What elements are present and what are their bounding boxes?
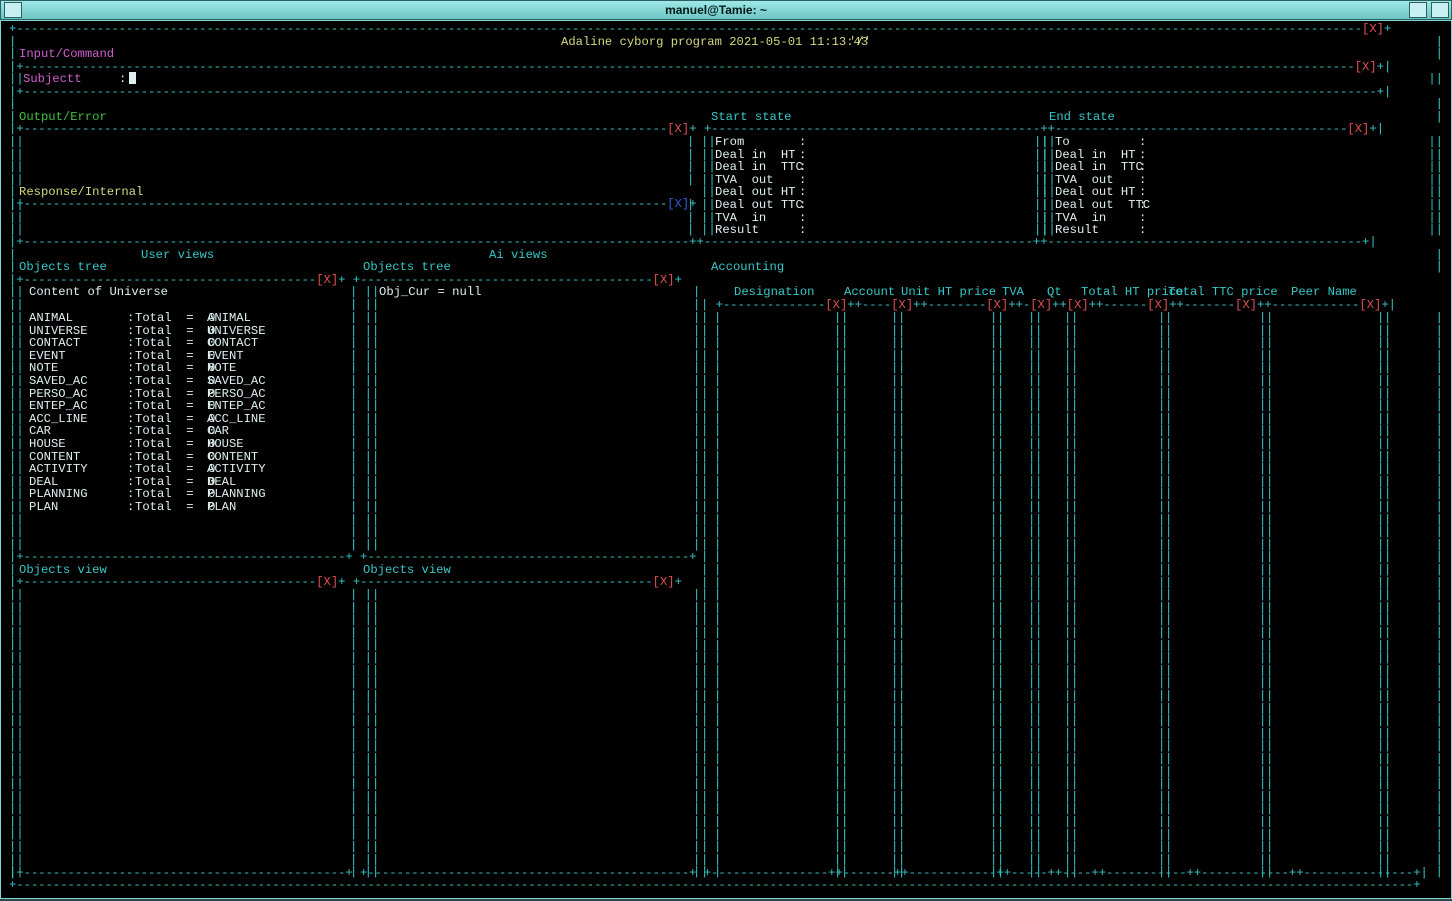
close-icon[interactable]: [X] (825, 298, 847, 312)
prompt-label: Subjectt (23, 73, 82, 86)
universe-row-type: PLAN (207, 501, 236, 514)
content-universe-title: Content of Universe (29, 286, 168, 299)
response-border: |+--------------------------------------… (9, 198, 697, 211)
universe-row-total: Total = 0 (135, 312, 215, 325)
close-icon[interactable]: [X] (667, 122, 689, 136)
universe-row-name[interactable]: ACTIVITY (29, 463, 88, 476)
text-cursor[interactable] (129, 72, 136, 84)
user-views-label: User views (141, 249, 214, 262)
universe-row-total: Total = 0 (135, 501, 215, 514)
universe-row-name[interactable]: ANIMAL (29, 312, 73, 325)
input-border: |+--------------------------------------… (9, 61, 1391, 74)
bottom-border: +---------------------------------------… (9, 879, 1443, 892)
terminal-area[interactable]: +---------------------------------------… (0, 20, 1452, 899)
system-menu-icon[interactable] (4, 2, 22, 18)
acct-col-account: Account (844, 286, 895, 299)
output-border: |+--------------------------------------… (9, 123, 1384, 136)
universe-row-name[interactable]: CONTACT (29, 337, 80, 350)
close-icon[interactable]: [X] (316, 575, 338, 589)
acct-col-unit-ht: Unit HT price (901, 286, 996, 299)
close-icon[interactable]: [X] (891, 298, 913, 312)
close-icon[interactable]: [X] (1067, 298, 1089, 312)
window-title: manuel@Tamie: ~ (25, 4, 1407, 17)
close-icon[interactable]: [X] (653, 273, 675, 287)
start-state-row: Deal out TTC (715, 199, 803, 212)
acct-col-designation: Designation (734, 286, 814, 299)
universe-row-total: Total = 0 (135, 337, 215, 350)
universe-row-type: CONTACT (207, 337, 258, 350)
prompt-separator: : (119, 73, 126, 86)
acct-col-peer: Peer Name (1291, 286, 1357, 299)
universe-row-type: ACTIVITY (207, 463, 266, 476)
close-icon[interactable]: [X] (1347, 122, 1369, 136)
tree-border-bottom: |+--------------------------------------… (9, 551, 697, 564)
universe-row-type: HOUSE (207, 438, 244, 451)
maximize-button[interactable] (1431, 2, 1449, 18)
close-icon[interactable]: [X] (1030, 298, 1052, 312)
cwd-path: '/' (849, 36, 871, 49)
universe-row-name[interactable]: ENTEP_AC (29, 400, 88, 413)
universe-row-total: Total = 0 (135, 438, 215, 451)
acct-col-border: | +--------------[X]++----[X]++--------[… (701, 299, 1396, 312)
obj-cur-value: Obj_Cur = null (379, 286, 481, 299)
close-icon[interactable]: [X] (316, 273, 338, 287)
acct-col-tva: TVA (1002, 286, 1024, 299)
start-state-row: Deal in TTC (715, 161, 803, 174)
universe-row-name[interactable]: SAVED_AC (29, 375, 88, 388)
accounting-label: Accounting (711, 261, 784, 274)
close-icon[interactable]: [X] (986, 298, 1008, 312)
minimize-button[interactable] (1409, 2, 1427, 18)
window-titlebar[interactable]: manuel@Tamie: ~ (0, 0, 1452, 20)
top-border: +---------------------------------------… (9, 23, 1443, 36)
close-icon[interactable]: [X] (653, 575, 675, 589)
close-icon[interactable]: [X] (1355, 60, 1377, 74)
acct-col-total-ttc: Total TTC price (1168, 286, 1278, 299)
close-icon[interactable]: [X] (1362, 22, 1384, 36)
close-icon[interactable]: [X] (667, 197, 689, 211)
acct-col-qt: Qt (1047, 286, 1062, 299)
mid-divider: |+--------------------------------------… (9, 236, 1443, 249)
objects-tree-user-label: Objects tree (19, 261, 107, 274)
universe-row-type: ANIMAL (207, 312, 251, 325)
universe-row-name[interactable]: PLAN (29, 501, 58, 514)
program-header: Adaline cyborg program 2021-05-01 11:13:… (561, 36, 868, 49)
start-state-row: From (715, 136, 744, 149)
close-icon[interactable]: [X] (1359, 298, 1381, 312)
end-state-row: Deal in TTC (1055, 161, 1143, 174)
input-panel-label: Input/Command (19, 48, 114, 61)
universe-row-type: ENTEP_AC (207, 400, 266, 413)
objects-tree-ai-label: Objects tree (363, 261, 451, 274)
universe-row-total: Total = 0 (135, 400, 215, 413)
universe-row-total: Total = 0 (135, 463, 215, 476)
input-border-bottom: |+--------------------------------------… (9, 86, 1391, 99)
view-border: |+--------------------------------------… (9, 576, 682, 589)
universe-row-type: SAVED_AC (207, 375, 266, 388)
close-icon[interactable]: [X] (1235, 298, 1257, 312)
close-icon[interactable]: [X] (1147, 298, 1169, 312)
end-state-row: Deal out TTC (1055, 199, 1150, 212)
ai-views-label: Ai views (489, 249, 548, 262)
universe-row-total: Total = 0 (135, 375, 215, 388)
end-state-row: To (1055, 136, 1070, 149)
universe-row-name[interactable]: HOUSE (29, 438, 66, 451)
